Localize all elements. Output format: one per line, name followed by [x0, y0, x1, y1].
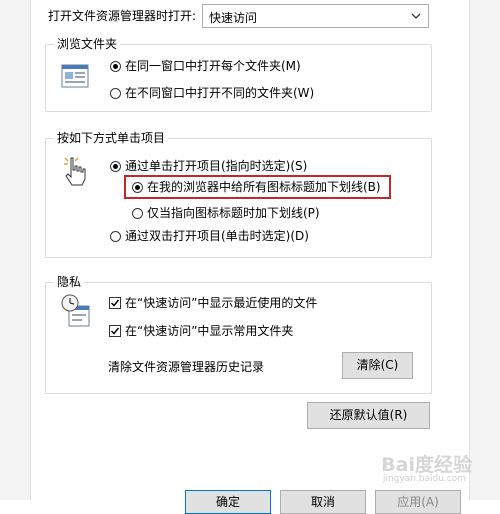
click-items-title: 按如下方式单击项目 — [54, 130, 169, 146]
checkmark-icon — [110, 327, 120, 335]
folder-window-icon — [61, 64, 89, 88]
restore-defaults-button[interactable]: 还原默认值(R) — [307, 402, 430, 429]
radio-single-click[interactable] — [110, 161, 121, 172]
apply-button[interactable]: 应用(A) — [375, 490, 461, 514]
ok-button[interactable]: 确定 — [185, 490, 271, 514]
label-frequent-folders: 在“快速访问”中显示常用文件夹 — [125, 324, 294, 338]
open-in-label: 打开文件资源管理器时打开: — [48, 9, 197, 23]
browse-folders-title: 浏览文件夹 — [54, 36, 121, 52]
dialog-left-edge — [0, 0, 31, 500]
label-underline-all: 在我的浏览器中给所有图标标题加下划线(B) — [147, 180, 381, 194]
clear-history-label: 清除文件资源管理器历史记录 — [108, 360, 265, 374]
checkmark-icon — [110, 299, 120, 307]
clear-button[interactable]: 清除(C) — [342, 352, 413, 379]
checkbox-recent-files[interactable] — [109, 297, 121, 309]
cancel-button[interactable]: 取消 — [280, 490, 366, 514]
privacy-title: 隐私 — [54, 274, 85, 290]
checkbox-frequent-folders[interactable] — [109, 325, 121, 337]
radio-different-window[interactable] — [110, 88, 121, 99]
radio-double-click[interactable] — [110, 231, 121, 242]
radio-same-window[interactable] — [110, 61, 121, 72]
label-same-window: 在同一窗口中打开每个文件夹(M) — [125, 59, 301, 73]
browse-folders-group: 浏览文件夹 — [45, 36, 432, 112]
baidu-watermark-url: jingyan.baidu.com — [382, 474, 466, 484]
dialog-right-edge — [469, 0, 500, 500]
folder-options-general-tab: 打开文件资源管理器时打开: 快速访问 浏览文件夹 在同一窗口中打开每个文件夹(M… — [0, 0, 500, 514]
label-single-click: 通过单击打开项目(指向时选定)(S) — [125, 159, 308, 173]
label-different-window: 在不同窗口中打开不同的文件夹(W) — [125, 86, 315, 100]
open-in-dropdown[interactable]: 快速访问 — [202, 4, 429, 28]
radio-underline-all[interactable] — [132, 182, 143, 193]
baidu-watermark: Bai度经验 — [381, 454, 472, 476]
hand-pointer-icon — [64, 157, 86, 186]
open-in-value: 快速访问 — [209, 11, 258, 25]
radio-underline-hover[interactable] — [132, 208, 143, 219]
privacy-clock-icon — [61, 294, 90, 327]
chevron-down-icon — [411, 13, 421, 19]
label-recent-files: 在“快速访问”中显示最近使用的文件 — [125, 296, 318, 310]
label-underline-hover: 仅当指向图标标题时加下划线(P) — [147, 206, 320, 220]
label-double-click: 通过双击打开项目(单击时选定)(D) — [125, 229, 309, 243]
